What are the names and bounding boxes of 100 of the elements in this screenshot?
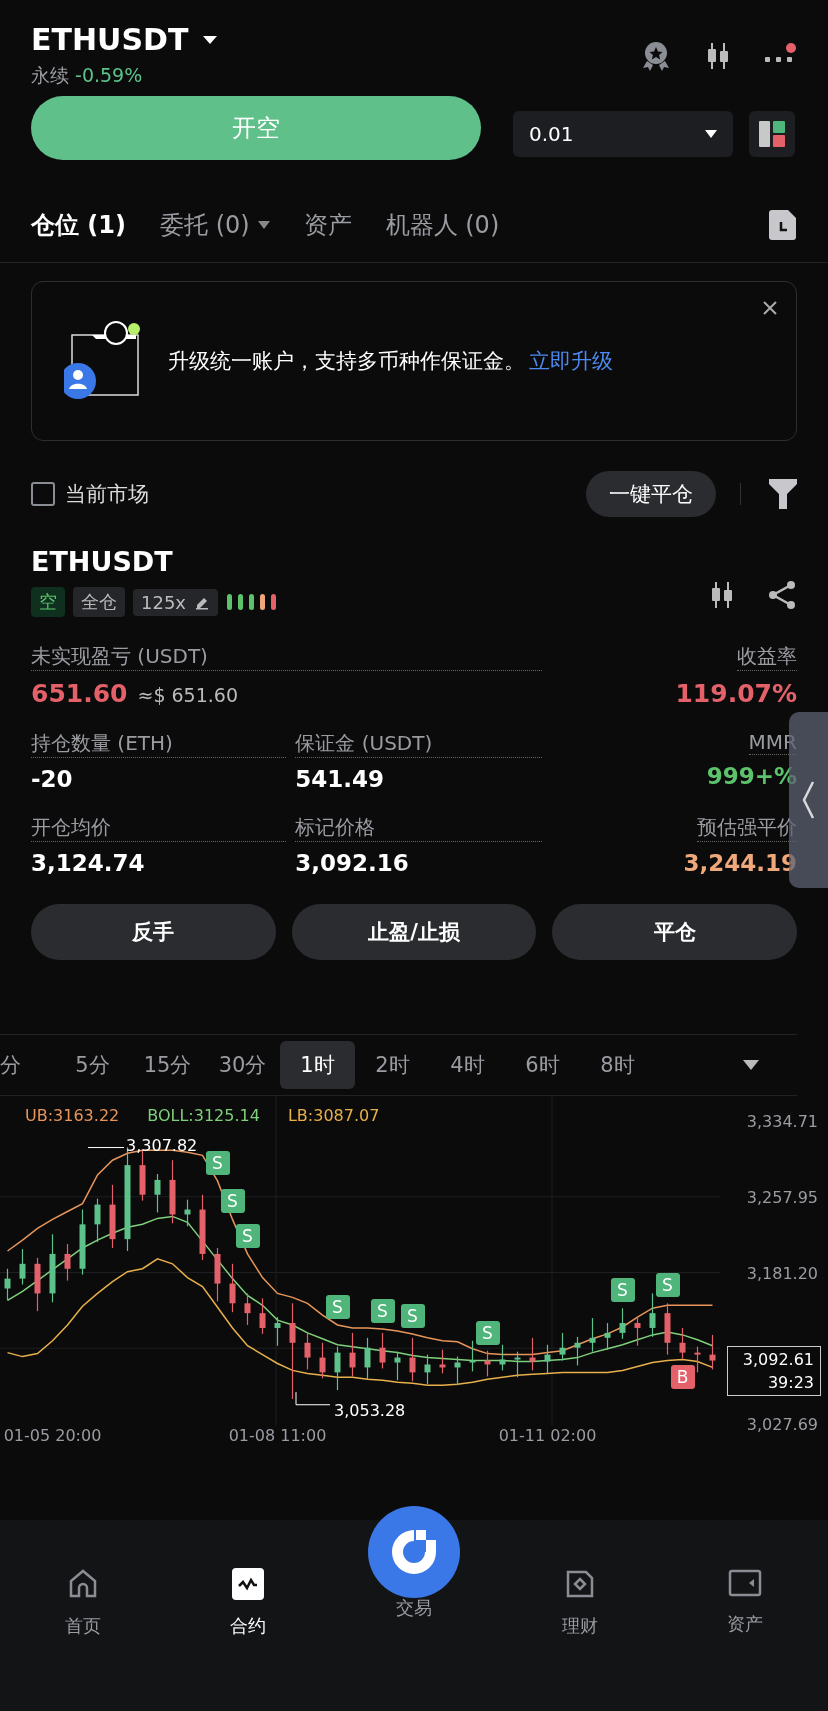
candle (589, 1317, 596, 1353)
axis-label: 3,334.71 (746, 1111, 818, 1131)
candle (619, 1307, 626, 1340)
price-change: -0.59% (75, 64, 143, 86)
stat-value: -20 (31, 766, 73, 792)
nav-item[interactable]: 交易 (331, 1506, 497, 1620)
candle (364, 1337, 371, 1380)
candle (409, 1337, 416, 1382)
candle (709, 1334, 716, 1370)
position-tab[interactable]: 资产 (303, 209, 352, 241)
candle (319, 1342, 326, 1379)
symbol-title[interactable]: ETHUSDT (31, 22, 189, 57)
filter-icon[interactable] (769, 479, 797, 509)
candle (499, 1344, 506, 1371)
position-action-button[interactable]: 止盈/止损 (291, 904, 537, 960)
stat-value: 3,244.19 (683, 850, 797, 876)
timeframe-tab[interactable]: 6时 (505, 1041, 580, 1089)
candle (529, 1337, 536, 1371)
stat-label: 持仓数量 (ETH) (31, 730, 287, 758)
candle (169, 1159, 176, 1224)
candle (79, 1208, 86, 1276)
stat-label: 收益率 (737, 643, 797, 671)
timeframe-tab[interactable]: 2时 (355, 1041, 430, 1089)
banner-text: 升级统一账户，支持多币种作保证金。 (168, 348, 525, 375)
margin-mode-tag: 全仓 (73, 587, 125, 617)
candle-countdown: 39:23 (767, 1373, 814, 1392)
leverage-tag[interactable]: 125x (133, 588, 218, 616)
position-action-button[interactable]: 平仓 (552, 904, 797, 960)
timeframe-tab[interactable]: 1时 (280, 1041, 355, 1089)
candle (454, 1356, 461, 1386)
axis-label: 3,027.69 (746, 1414, 818, 1434)
caret-icon (705, 130, 717, 138)
layout-button[interactable] (749, 111, 795, 157)
history-icon[interactable] (769, 210, 797, 240)
layout-icon (759, 121, 785, 147)
stat-label: 开仓均价 (31, 814, 287, 842)
high-price-label: 3,307.82 (126, 1136, 198, 1155)
candle (154, 1173, 161, 1214)
candle (424, 1354, 431, 1385)
position-tab[interactable]: 机器人 (0) (385, 209, 500, 241)
close-icon[interactable] (762, 300, 778, 316)
axis-label: 01-11 02:00 (498, 1426, 597, 1445)
candle (64, 1243, 71, 1282)
timeframe-tab[interactable]: 30分 (205, 1041, 280, 1089)
stat-label: 标记价格 (295, 814, 542, 842)
stat-value: 119.07% (675, 679, 797, 708)
checkbox[interactable] (31, 482, 55, 506)
share-icon[interactable] (767, 580, 797, 610)
timeframe-tab[interactable]: 15分 (130, 1041, 205, 1089)
stat-value: 3,124.74 (31, 850, 145, 876)
nav-item[interactable]: 理财 (496, 1568, 663, 1638)
candle (94, 1198, 101, 1243)
position-tab[interactable]: 仓位 (1) (31, 209, 126, 241)
position-symbol: ETHUSDT (31, 546, 174, 577)
candle (334, 1346, 341, 1391)
candle (229, 1263, 236, 1313)
position-tab[interactable]: 委托 (0) (160, 209, 270, 241)
candle (49, 1233, 56, 1303)
stat-value: 651.60 (31, 679, 128, 708)
candle (394, 1351, 401, 1381)
candle (379, 1332, 386, 1370)
upgrade-link[interactable]: 立即升级 (529, 347, 613, 375)
caret-icon[interactable] (743, 1060, 759, 1070)
leader-line (87, 1147, 125, 1149)
caret-icon[interactable] (202, 34, 219, 45)
axis-label: 3,257.95 (746, 1187, 818, 1207)
amount-value: 0.01 (529, 122, 574, 146)
timeframe-tab[interactable]: 5分 (55, 1041, 130, 1089)
nav-item[interactable]: 资产 (662, 1568, 828, 1636)
timeframe-tab[interactable]: 8时 (580, 1041, 655, 1089)
timeframe-tab[interactable]: 4时 (430, 1041, 505, 1089)
low-price-label: 3,053.28 (334, 1401, 406, 1420)
candle (214, 1247, 221, 1302)
candle (109, 1184, 116, 1249)
current-price: 3,092.61 (742, 1350, 814, 1369)
nav-item[interactable]: 首页 (0, 1568, 166, 1638)
stat-label: 保证金 (USDT) (295, 730, 542, 758)
candle (514, 1351, 521, 1378)
close-all-button[interactable]: 一键平仓 (586, 471, 716, 517)
candle (604, 1322, 611, 1351)
candle (469, 1340, 476, 1372)
axis-label: 3,181.20 (746, 1263, 818, 1282)
timeframe-tab[interactable]: 分 (0, 1041, 55, 1089)
stat-value: 541.49 (295, 766, 385, 792)
side-tag: 空 (31, 587, 65, 617)
candle (634, 1316, 641, 1347)
axis-label: 01-05 20:00 (3, 1426, 102, 1445)
candle (19, 1248, 26, 1286)
candle (184, 1199, 191, 1227)
checkbox-label: 当前市场 (65, 481, 149, 508)
nav-item[interactable]: 合约 (165, 1568, 332, 1638)
stat-value: 999+% (706, 763, 797, 789)
candle (439, 1349, 446, 1374)
axis-label: 01-08 11:00 (228, 1426, 327, 1445)
amount-dropdown[interactable]: 0.01 (513, 111, 733, 157)
candle (244, 1292, 251, 1326)
candle (349, 1332, 356, 1377)
position-action-button[interactable]: 反手 (31, 904, 276, 960)
wallet-icon (728, 1568, 763, 1598)
candle (34, 1257, 41, 1312)
